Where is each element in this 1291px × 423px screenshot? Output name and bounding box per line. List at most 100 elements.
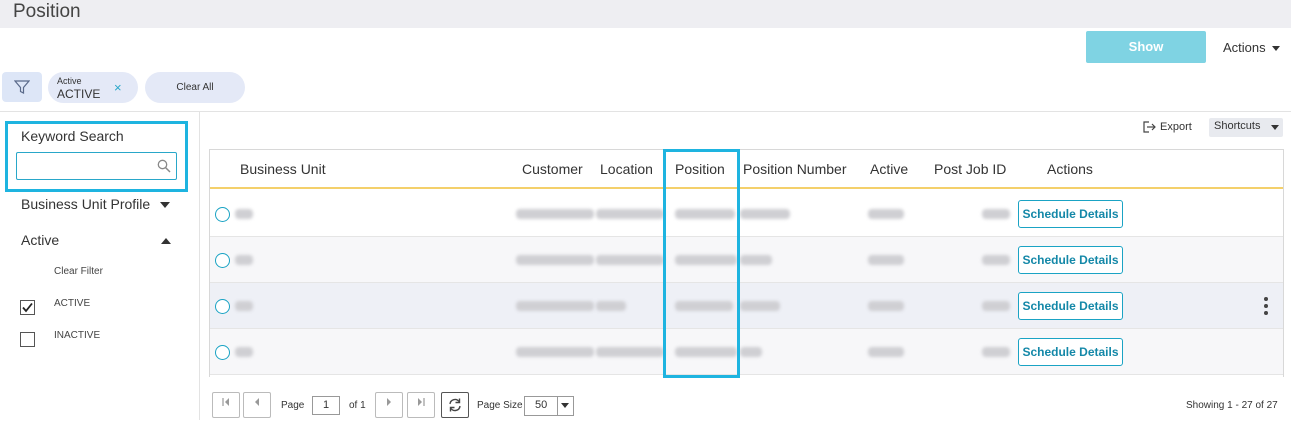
business-unit-profile-toggle[interactable]: Business Unit Profile — [21, 196, 171, 212]
title-bar: Position — [0, 0, 1291, 28]
column-header-location[interactable]: Location — [600, 161, 653, 177]
redacted-active — [868, 301, 904, 311]
chevron-down-icon — [1271, 46, 1280, 52]
redacted-business-unit — [235, 209, 253, 219]
column-header-business-unit[interactable]: Business Unit — [240, 161, 326, 177]
chip-value: ACTIVE — [57, 87, 101, 101]
inactive-checkbox[interactable] — [20, 332, 35, 347]
column-header-active[interactable]: Active — [870, 161, 908, 177]
redacted-position-number — [740, 209, 790, 219]
page-number-input[interactable]: 1 — [312, 396, 340, 415]
chevron-down-icon — [1271, 125, 1279, 130]
redacted-position-number — [740, 301, 780, 311]
clear-filter-link[interactable]: Clear Filter — [54, 266, 103, 277]
positions-grid: Business Unit Customer Location Position… — [209, 149, 1284, 377]
shortcuts-dropdown[interactable]: Shortcuts — [1209, 118, 1283, 137]
filter-icon — [14, 80, 30, 94]
chevron-left-icon — [255, 398, 259, 406]
sidebar-divider — [199, 111, 200, 420]
redacted-location — [596, 301, 626, 311]
last-page-button[interactable] — [407, 392, 435, 418]
chevron-up-icon — [161, 238, 171, 244]
export-icon — [1143, 121, 1156, 133]
redacted-position-number — [740, 347, 762, 357]
shortcuts-label: Shortcuts — [1214, 120, 1261, 132]
row-select-radio[interactable] — [215, 299, 230, 314]
redacted-location — [596, 255, 664, 265]
redacted-customer — [516, 255, 594, 265]
page-title: Position — [13, 1, 81, 22]
previous-page-button[interactable] — [243, 392, 271, 418]
inactive-option-label: INACTIVE — [54, 330, 101, 341]
chip-category: Active — [57, 76, 82, 86]
more-options-icon[interactable] — [1264, 297, 1268, 315]
export-button[interactable]: Export — [1143, 121, 1192, 133]
chevron-right-icon — [387, 398, 391, 406]
active-filter-chip: Active ACTIVE × — [48, 72, 138, 103]
show-button[interactable]: Show — [1086, 31, 1206, 63]
chevron-down-icon — [561, 403, 569, 408]
redacted-post-job-id — [982, 255, 1010, 265]
schedule-details-button[interactable]: Schedule Details — [1018, 246, 1123, 274]
clear-all-button[interactable]: Clear All — [145, 72, 245, 103]
active-section-label: Active — [21, 232, 60, 248]
redacted-business-unit — [235, 301, 253, 311]
export-label: Export — [1160, 121, 1192, 133]
divider — [0, 111, 1291, 112]
redacted-customer — [516, 301, 594, 311]
filter-toggle-button[interactable] — [2, 72, 42, 102]
chevron-down-icon — [160, 202, 171, 209]
business-unit-profile-label: Business Unit Profile — [21, 196, 151, 212]
schedule-details-button[interactable]: Schedule Details — [1018, 338, 1123, 366]
redacted-post-job-id — [982, 301, 1010, 311]
redacted-active — [868, 209, 904, 219]
column-header-position-number[interactable]: Position Number — [743, 161, 847, 177]
column-header-customer[interactable]: Customer — [522, 161, 583, 177]
redacted-customer — [516, 209, 594, 219]
divider — [557, 397, 558, 415]
actions-menu-label: Actions — [1223, 40, 1266, 55]
check-icon — [22, 302, 33, 313]
row-select-radio[interactable] — [215, 253, 230, 268]
page-size-value: 50 — [535, 399, 548, 411]
table-row[interactable]: Schedule Details — [210, 283, 1283, 329]
page-of-label: of 1 — [349, 400, 366, 411]
redacted-post-job-id — [982, 347, 1010, 357]
page-size-label: Page Size — [477, 400, 523, 411]
redacted-active — [868, 347, 904, 357]
row-select-radio[interactable] — [215, 207, 230, 222]
page-label: Page — [281, 400, 305, 411]
page-size-select[interactable]: 50 — [524, 396, 574, 416]
redacted-business-unit — [235, 347, 253, 357]
record-count: Showing 1 - 27 of 27 — [1186, 400, 1278, 411]
refresh-button[interactable] — [441, 392, 469, 418]
actions-menu[interactable]: Actions — [1223, 40, 1280, 55]
last-page-icon — [418, 398, 425, 406]
column-header-post-job-id[interactable]: Post Job ID — [934, 161, 1006, 177]
grid-header: Business Unit Customer Location Position… — [210, 150, 1283, 189]
table-row[interactable]: Schedule Details — [210, 191, 1283, 237]
redacted-location — [596, 347, 664, 357]
first-page-button[interactable] — [212, 392, 240, 418]
first-page-icon — [222, 398, 229, 406]
schedule-details-button[interactable]: Schedule Details — [1018, 292, 1123, 320]
close-icon[interactable]: × — [114, 80, 122, 95]
redacted-active — [868, 255, 904, 265]
row-select-radio[interactable] — [215, 345, 230, 360]
next-page-button[interactable] — [375, 392, 403, 418]
redacted-business-unit — [235, 255, 253, 265]
table-row[interactable]: Schedule Details — [210, 237, 1283, 283]
refresh-icon — [449, 398, 461, 412]
position-column-highlight — [663, 149, 740, 378]
active-option-label: ACTIVE — [54, 298, 91, 309]
active-section-toggle[interactable]: Active — [21, 232, 173, 248]
redacted-customer — [516, 347, 594, 357]
redacted-position-number — [740, 255, 772, 265]
active-checkbox[interactable] — [20, 300, 35, 315]
keyword-search-highlight — [5, 121, 188, 192]
redacted-location — [596, 209, 664, 219]
schedule-details-button[interactable]: Schedule Details — [1018, 200, 1123, 228]
column-header-actions: Actions — [1047, 161, 1093, 177]
redacted-post-job-id — [982, 209, 1010, 219]
table-row[interactable]: Schedule Details — [210, 329, 1283, 375]
